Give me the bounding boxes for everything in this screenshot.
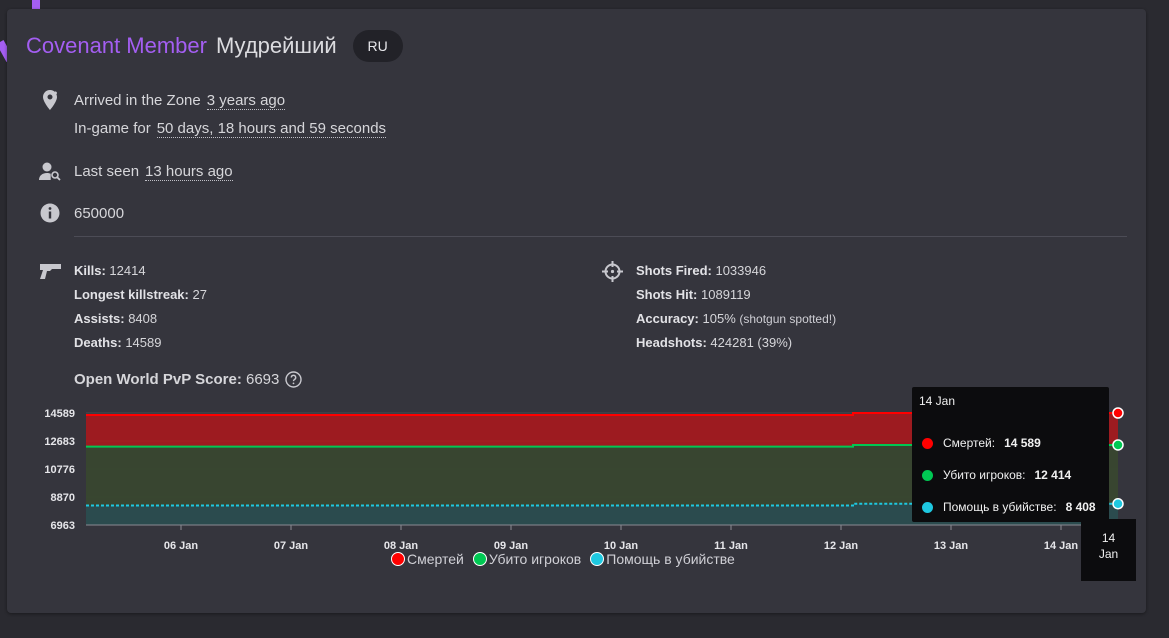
legend-label-assists: Помощь в убийстве xyxy=(606,551,735,567)
tooltip-label-deaths: Смертей: xyxy=(943,436,996,450)
y-tick-label: 12683 xyxy=(44,436,75,448)
tooltip-value-assists: 8 408 xyxy=(1065,500,1096,514)
x-tick-label: 12 Jan xyxy=(824,540,859,552)
y-tick-label: 8870 xyxy=(51,492,75,504)
tooltip-dot-assists xyxy=(922,501,933,513)
legend-dot-deaths xyxy=(391,552,405,566)
legend-item-deaths[interactable]: Смертей xyxy=(391,551,464,567)
stats-chart[interactable]: 1458912683107768870696306 Jan 07 Jan 08 Ja… xyxy=(0,0,1169,638)
tooltip-row-kills: Убито игроков: 12 414 xyxy=(922,468,1071,482)
x-tick-label: 14 Jan xyxy=(1044,540,1079,552)
legend-label-deaths: Смертей xyxy=(407,551,464,567)
y-tick-label: 10776 xyxy=(44,464,75,476)
legend-item-kills[interactable]: Убито игроков xyxy=(472,551,582,567)
x-axis-hover-label: 14 Jan xyxy=(1081,519,1136,581)
tooltip-dot-kills xyxy=(922,469,933,481)
tooltip-dot-deaths xyxy=(922,437,933,449)
point-deaths xyxy=(1112,407,1124,419)
tooltip-label-kills: Убито игроков: xyxy=(943,468,1026,482)
point-kills xyxy=(1112,439,1124,451)
tooltip-title: 14 Jan xyxy=(919,394,956,408)
point-assists xyxy=(1112,498,1124,510)
tooltip-row-assists: Помощь в убийстве: 8 408 xyxy=(922,500,1096,514)
tooltip-row-deaths: Смертей: 14 589 xyxy=(922,436,1041,450)
tooltip-label-assists: Помощь в убийстве: xyxy=(943,500,1057,514)
legend-dot-assists xyxy=(590,552,605,566)
chart-legend: Смертей Убито игроков Помощь в убийстве xyxy=(391,551,744,567)
legend-item-assists[interactable]: Помощь в убийстве xyxy=(590,551,735,567)
x-tick-label: 13 Jan xyxy=(934,540,969,552)
legend-label-kills: Убито игроков xyxy=(488,551,582,567)
chart-tooltip: 14 Jan Смертей: 14 589 Убито игроков: 12 4… xyxy=(912,387,1109,522)
tooltip-value-deaths: 14 589 xyxy=(1004,436,1041,450)
y-tick-label: 14589 xyxy=(44,408,75,420)
tooltip-value-kills: 12 414 xyxy=(1034,468,1072,482)
x-tick-label: 06 Jan xyxy=(164,540,199,552)
x-hover-day: 14 xyxy=(1101,531,1116,545)
y-tick-label: 6963 xyxy=(51,520,75,532)
legend-dot-kills xyxy=(472,552,487,566)
x-hover-month: Jan xyxy=(1098,547,1119,561)
x-tick-label: 07 Jan xyxy=(274,540,309,552)
